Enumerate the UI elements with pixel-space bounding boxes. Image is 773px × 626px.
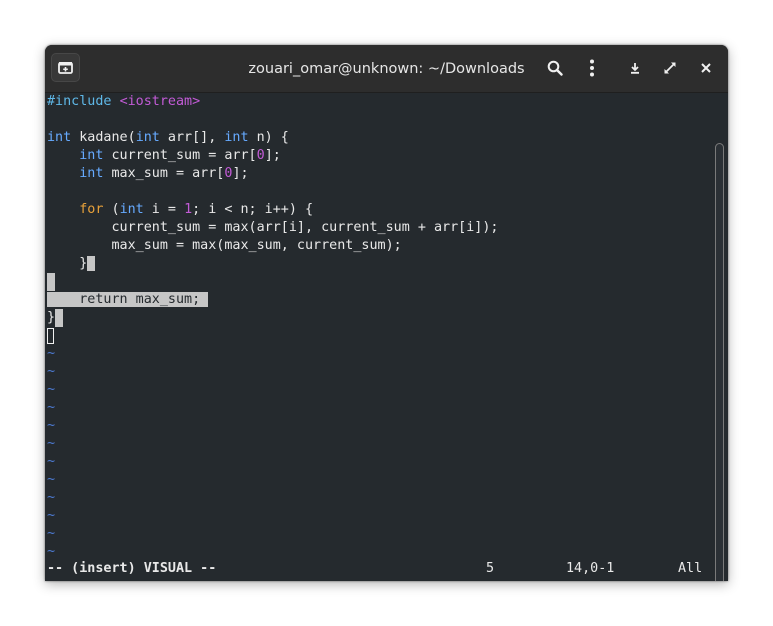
code-text: ]; — [232, 166, 249, 181]
code-line-10: } — [47, 255, 96, 273]
keyword-int: int — [79, 166, 104, 181]
search-icon — [547, 60, 563, 76]
maximize-button[interactable] — [660, 58, 680, 78]
include-header: <iostream> — [119, 94, 201, 109]
number-literal: 0 — [256, 148, 265, 163]
text-cursor — [47, 328, 54, 344]
code-line-5: int max_sum = arr[0]; — [47, 165, 249, 183]
selection-highlight — [55, 309, 64, 327]
keyword-int: int — [79, 148, 104, 163]
empty-line-marker: ~ — [47, 382, 56, 397]
empty-line-marker: ~ — [47, 418, 56, 433]
vertical-scrollbar[interactable] — [715, 143, 724, 581]
code-line-9: max_sum = max(max_sum, current_sum); — [47, 237, 402, 255]
selected-code-text: return max_sum; — [47, 292, 209, 307]
close-button[interactable] — [697, 59, 715, 77]
code-text: current_sum = max(arr[i], current_sum + … — [111, 220, 499, 235]
code-line-7: for (int i = 1; i < n; i++) { — [47, 201, 313, 219]
code-text: n) { — [248, 130, 289, 145]
empty-line-marker: ~ — [47, 508, 56, 523]
terminal-content[interactable]: #include <iostream> int kadane(int arr[]… — [45, 93, 728, 581]
code-text: ( — [103, 202, 120, 217]
code-text: kadane( — [71, 130, 136, 145]
code-line-11 — [47, 273, 55, 291]
code-text: i = — [143, 202, 185, 217]
code-line-8: current_sum = max(arr[i], current_sum + … — [47, 219, 499, 237]
empty-line-marker: ~ — [47, 526, 56, 541]
code-text: ]; — [264, 148, 281, 163]
code-text: max_sum = arr[ — [103, 166, 225, 181]
code-text: max_sum = max(max_sum, current_sum); — [111, 238, 402, 253]
empty-line-marker: ~ — [47, 490, 56, 505]
code-text: ; i < n; i++) { — [192, 202, 314, 217]
empty-line-marker: ~ — [47, 346, 56, 361]
preprocessor-directive: #include — [47, 94, 112, 109]
selection-count: 5 — [486, 561, 495, 576]
minimize-icon — [631, 63, 639, 74]
code-line-14 — [47, 327, 54, 345]
kebab-menu-icon — [590, 59, 594, 77]
selection-highlight — [87, 256, 96, 271]
keyword-int: int — [224, 130, 249, 145]
empty-line-marker: ~ — [47, 544, 56, 559]
title-bar: zouari_omar@unknown: ~/Downloads — [45, 45, 728, 93]
code-line-4: int current_sum = arr[0]; — [47, 147, 281, 165]
code-text: arr[], — [159, 130, 225, 145]
code-line-12: return max_sum; — [47, 291, 209, 309]
mode-indicator: -- (insert) VISUAL -- — [47, 561, 217, 576]
selection-highlight — [47, 273, 55, 291]
scroll-indicator: All — [678, 561, 703, 576]
empty-line-marker: ~ — [47, 454, 56, 469]
empty-line-marker: ~ — [47, 364, 56, 379]
code-line-1: #include <iostream> — [47, 93, 200, 111]
code-line-13: } — [47, 309, 64, 327]
search-button[interactable] — [544, 57, 566, 79]
empty-line-marker: ~ — [47, 436, 56, 451]
minimize-button[interactable] — [626, 59, 644, 77]
number-literal: 1 — [184, 202, 193, 217]
cursor-position: 14,0-1 — [566, 561, 615, 576]
menu-button[interactable] — [582, 57, 602, 79]
keyword-int: int — [119, 202, 144, 217]
close-icon — [701, 63, 711, 73]
empty-line-marker: ~ — [47, 472, 56, 487]
selected-code-text: } — [47, 310, 56, 325]
keyword-int: int — [47, 130, 72, 145]
keyword-int: int — [135, 130, 160, 145]
maximize-icon — [664, 62, 676, 74]
terminal-window: zouari_omar@unknown: ~/Downloads #includ… — [45, 45, 728, 581]
code-text: current_sum = arr[ — [103, 148, 257, 163]
code-line-3: int kadane(int arr[], int n) { — [47, 129, 289, 147]
keyword-for: for — [79, 202, 104, 217]
empty-line-marker: ~ — [47, 400, 56, 415]
